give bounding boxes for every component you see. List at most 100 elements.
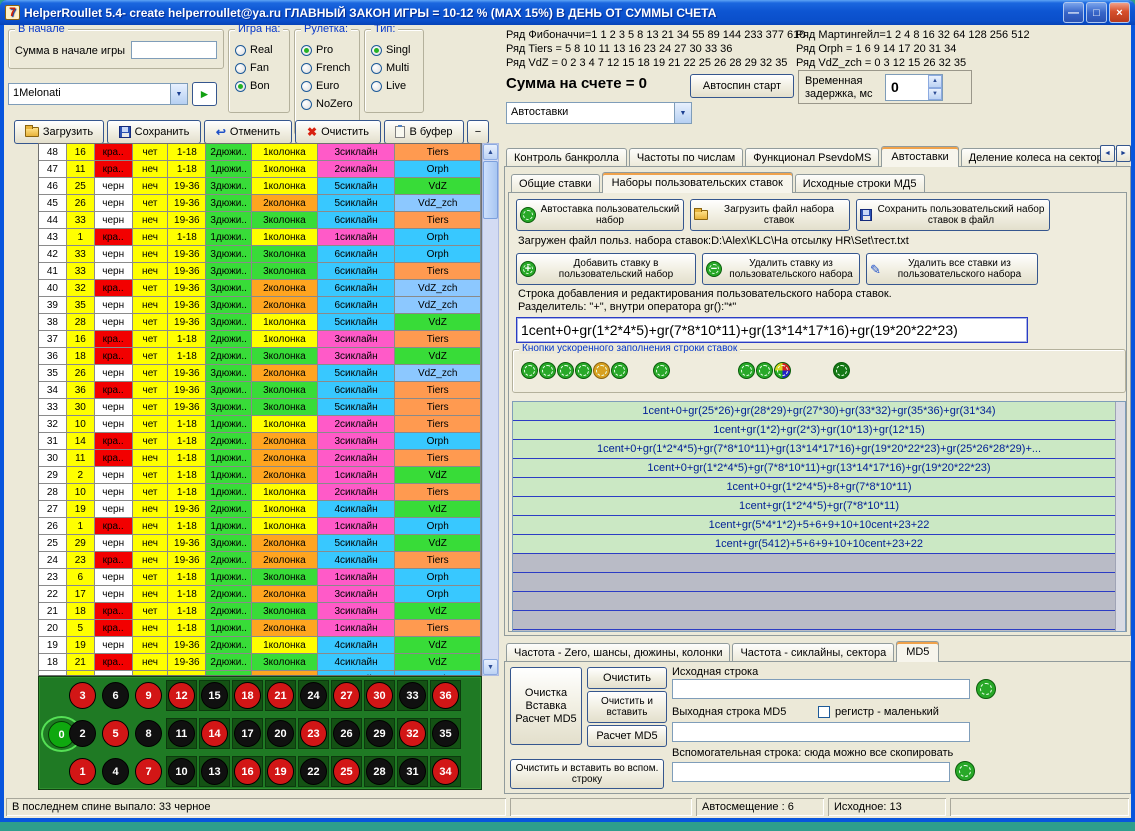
radio-real[interactable]: Real	[235, 43, 273, 57]
md5-output-input[interactable]	[672, 722, 970, 742]
subtab-general-bets[interactable]: Общие ставки	[511, 174, 600, 192]
chevron-down-icon[interactable]: ▼	[170, 84, 187, 104]
chip-button-7[interactable]	[653, 362, 670, 379]
history-row[interactable]: 2118кра..чет1-182дюжи..3колонка3сиклайнV…	[39, 603, 481, 620]
chip-button-3[interactable]	[557, 362, 574, 379]
chip-button-9[interactable]	[756, 362, 773, 379]
tab-scroll-right-button[interactable]: ►	[1116, 145, 1131, 162]
maximize-button[interactable]: □	[1086, 2, 1107, 23]
close-button[interactable]: ×	[1109, 2, 1130, 23]
history-row[interactable]: 3330чернчет19-363дюжи..3колонка5сиклайнT…	[39, 399, 481, 416]
history-row[interactable]: 4625черннеч19-363дюжи..1колонка5сиклайнV…	[39, 178, 481, 195]
board-number-12[interactable]: 12	[168, 682, 195, 709]
clear-button[interactable]: ✖Очистить	[295, 120, 381, 144]
radio-nozero[interactable]: NoZero	[301, 97, 353, 111]
board-number-17[interactable]: 17	[234, 720, 261, 747]
chip-button-10[interactable]	[774, 362, 791, 379]
spinner-up-button[interactable]: ▲	[928, 75, 942, 88]
board-number-32[interactable]: 32	[399, 720, 426, 747]
list-scroll-strip[interactable]	[1115, 402, 1125, 631]
board-number-6[interactable]: 6	[102, 682, 129, 709]
history-scrollbar[interactable]: ▲ ▼	[482, 143, 499, 676]
copy-to-buffer-button[interactable]: В буфер	[384, 120, 464, 144]
board-number-31[interactable]: 31	[399, 758, 426, 785]
mode-combobox[interactable]: Автоставки ▼	[506, 102, 692, 124]
title-bar[interactable]: 7 HelperRoullet 5.4- create helperroulle…	[0, 0, 1135, 25]
radio-bon[interactable]: Bon	[235, 79, 273, 93]
history-row[interactable]: 3716кра..чет1-182дюжи..1колонка3сиклайнT…	[39, 331, 481, 348]
history-row[interactable]: 4526чернчет19-363дюжи..2колонка5сиклайнV…	[39, 195, 481, 212]
bet-string-row[interactable]: 1cent+gr(5*4*1*2)+5+6+9+10+10cent+23+22	[513, 516, 1125, 535]
board-number-36[interactable]: 36	[432, 682, 459, 709]
board-number-18[interactable]: 18	[234, 682, 261, 709]
delete-all-bets-button[interactable]: ✎ Удалить все ставки из пользовательског…	[866, 253, 1038, 285]
load-button[interactable]: Загрузить	[14, 120, 104, 144]
board-number-28[interactable]: 28	[366, 758, 393, 785]
preset-combobox[interactable]: 1Melonati ▼	[8, 83, 188, 105]
chip-button-6[interactable]	[611, 362, 628, 379]
history-row[interactable]: 261кра..неч1-181дюжи..1колонка1сиклайнOr…	[39, 518, 481, 535]
history-row[interactable]: 3011кра..неч1-181дюжи..2колонка2сиклайнT…	[39, 450, 481, 467]
history-row[interactable]: 4816кра..чет1-182дюжи..1колонка3сиклайнT…	[39, 144, 481, 161]
delay-spinner[interactable]: 0 ▲ ▼	[885, 74, 943, 101]
autospin-start-button[interactable]: Автоспин старт	[690, 74, 794, 98]
board-number-15[interactable]: 15	[201, 682, 228, 709]
bet-string-row[interactable]: 1cent+gr(5412)+5+6+9+10+10cent+23+22	[513, 535, 1125, 554]
bet-string-row[interactable]: 1cent+0+gr(25*26)+gr(28*29)+gr(27*30)+gr…	[513, 402, 1125, 421]
history-row[interactable]: 205кра..неч1-181дюжи..2колонка1сиклайнTi…	[39, 620, 481, 637]
subtab-md5-source-strings[interactable]: Исходные строки МД5	[795, 174, 925, 192]
board-number-4[interactable]: 4	[102, 758, 129, 785]
history-row[interactable]: 4433черннеч19-363дюжи..3колонка6сиклайнT…	[39, 212, 481, 229]
md5-aux-chip-button[interactable]	[955, 761, 975, 781]
board-number-1[interactable]: 1	[69, 758, 96, 785]
tab-scroll-left-button[interactable]: ◄	[1100, 145, 1115, 162]
play-button[interactable]: ►	[192, 82, 217, 106]
load-bet-file-button[interactable]: Загрузить файл набора ставок	[690, 199, 850, 231]
bet-string-row[interactable]: 1cent+0+gr(1*2*4*5)+gr(7*8*10*11)+gr(13*…	[513, 459, 1125, 478]
history-row[interactable]: 2529черннеч19-363дюжи..2колонка5сиклайнV…	[39, 535, 481, 552]
md5-source-chip-button[interactable]	[976, 679, 996, 699]
tab-freq-sixlines-sectors[interactable]: Частота - сиклайны, сектора	[732, 643, 894, 661]
autobet-user-set-button[interactable]: Автоставка пользовательский набор	[516, 199, 684, 231]
add-bet-button[interactable]: + Добавить ставку в пользовательский наб…	[516, 253, 696, 285]
history-row[interactable]: 1919черннеч19-362дюжи..1колонка4сиклайнV…	[39, 637, 481, 654]
chip-button-5[interactable]	[593, 362, 610, 379]
radio-euro[interactable]: Euro	[301, 79, 353, 93]
radio-pro[interactable]: Pro	[301, 43, 353, 57]
history-row[interactable]: 3935черннеч19-363дюжи..2колонка6сиклайнV…	[39, 297, 481, 314]
board-number-13[interactable]: 13	[201, 758, 228, 785]
tab-md5[interactable]: MD5	[896, 641, 939, 662]
radio-singl[interactable]: Singl	[371, 43, 410, 57]
board-number-20[interactable]: 20	[267, 720, 294, 747]
history-row[interactable]: 2217черннеч1-182дюжи..2колонка3сиклайнOr…	[39, 586, 481, 603]
md5-clear-paste-calc-button[interactable]: Очистка Вставка Расчет MD5	[510, 667, 582, 745]
md5-clear-and-paste-button[interactable]: Очистить и вставить	[587, 691, 667, 723]
scroll-down-button[interactable]: ▼	[483, 659, 498, 675]
tab-autobets[interactable]: Автоставки	[881, 146, 958, 167]
chevron-down-icon[interactable]: ▼	[674, 103, 691, 123]
history-row[interactable]: 3828чернчет19-363дюжи..1колонка5сиклайнV…	[39, 314, 481, 331]
board-number-7[interactable]: 7	[135, 758, 162, 785]
bet-string-row[interactable]: 1cent+gr(1*2)+gr(2*3)+gr(10*13)+gr(12*15…	[513, 421, 1125, 440]
scroll-thumb[interactable]	[483, 161, 498, 219]
history-row[interactable]: 292чернчет1-181дюжи..2колонка1сиклайнVdZ	[39, 467, 481, 484]
board-number-34[interactable]: 34	[432, 758, 459, 785]
board-number-22[interactable]: 22	[300, 758, 327, 785]
history-row[interactable]: 1821кра..неч19-362дюжи..3колонка4сиклайн…	[39, 654, 481, 671]
md5-clear-paste-aux-button[interactable]: Очистить и вставить во вспом. строку	[510, 759, 664, 789]
radio-multi[interactable]: Multi	[371, 61, 410, 75]
board-number-5[interactable]: 5	[102, 720, 129, 747]
spinner-down-button[interactable]: ▼	[928, 88, 942, 101]
chip-button-8[interactable]	[738, 362, 755, 379]
radio-live[interactable]: Live	[371, 79, 410, 93]
bet-string-row[interactable]: 1cent+0+gr(1*2*4*5)+gr(7*8*10*11)+gr(13*…	[513, 440, 1125, 459]
undo-button[interactable]: ↩Отменить	[204, 120, 292, 144]
chip-button-1[interactable]	[521, 362, 538, 379]
board-number-10[interactable]: 10	[168, 758, 195, 785]
board-number-16[interactable]: 16	[234, 758, 261, 785]
history-row[interactable]: 4133черннеч19-363дюжи..3колонка6сиклайнT…	[39, 263, 481, 280]
board-number-3[interactable]: 3	[69, 682, 96, 709]
lowercase-checkbox[interactable]	[818, 706, 830, 718]
bet-string-row[interactable]: 1cent+0+gr(1*2*4*5)+8+gr(7*8*10*11)	[513, 478, 1125, 497]
delete-bet-button[interactable]: − Удалить ставку из пользовательского на…	[702, 253, 860, 285]
